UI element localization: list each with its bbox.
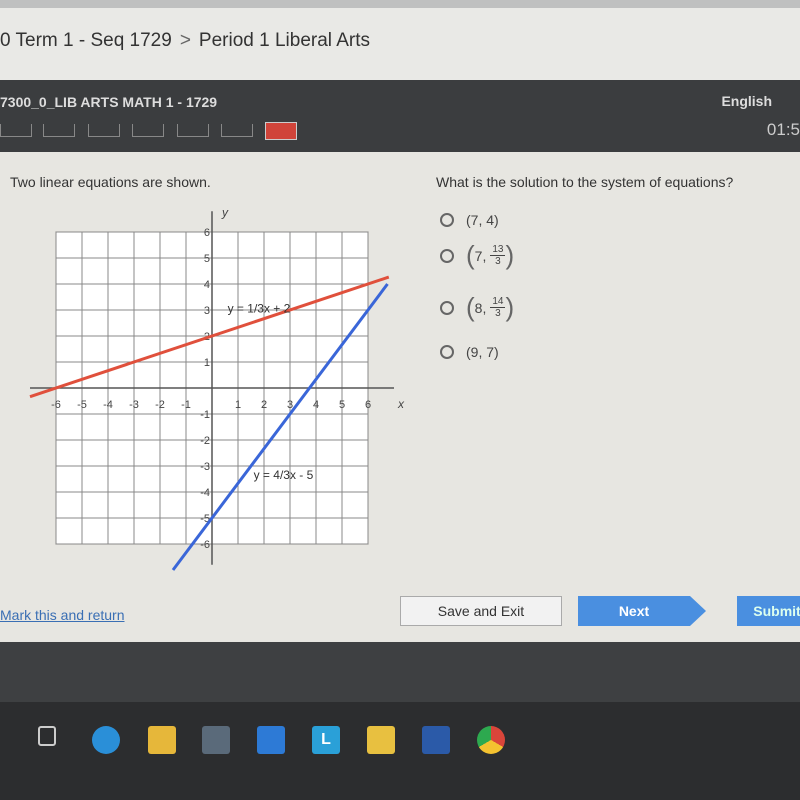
coordinate-graph: -6-5-4-3-2-1123456654321-1-2-3-4-5-6xyy … xyxy=(29,205,405,571)
question-nav-5[interactable] xyxy=(177,124,209,137)
mark-and-return-link[interactable]: Mark this and return xyxy=(0,607,125,623)
fraction: 13 3 xyxy=(490,244,506,267)
breadcrumb: 0 Term 1 - Seq 1729 > Period 1 Liberal Art… xyxy=(0,30,370,52)
y-tick-label: 1 xyxy=(204,357,210,369)
bracket: ) xyxy=(505,240,515,270)
fraction: 14 3 xyxy=(490,296,506,319)
app-icon[interactable] xyxy=(367,726,395,754)
breadcrumb-separator: > xyxy=(179,30,191,51)
x-tick-label: -6 xyxy=(51,399,61,411)
denominator: 3 xyxy=(495,308,501,319)
answer-option-2[interactable]: (7, 13 3) xyxy=(440,240,514,271)
x-tick-label: -4 xyxy=(103,399,113,411)
denominator: 3 xyxy=(495,256,501,267)
x-tick-label: -5 xyxy=(77,399,87,411)
timer: 01:5 xyxy=(766,120,800,139)
option-label: (9, 7) xyxy=(466,344,499,360)
x-tick-label: -2 xyxy=(155,399,165,411)
radio-button[interactable] xyxy=(440,248,454,263)
question-prompt: Two linear equations are shown. xyxy=(10,174,211,190)
x-tick-label: 1 xyxy=(235,399,241,411)
y-tick-label: -2 xyxy=(200,435,210,447)
launcher-icon[interactable]: L xyxy=(312,726,340,754)
page-bottom xyxy=(0,642,800,702)
taskbar: L xyxy=(0,702,800,800)
x-tick-label: 2 xyxy=(261,399,267,411)
next-button[interactable]: Next xyxy=(578,596,706,626)
y-tick-label: 5 xyxy=(204,253,210,265)
word-icon[interactable] xyxy=(422,726,450,754)
question-nav-current[interactable] xyxy=(265,122,297,140)
y-tick-label: -4 xyxy=(200,487,210,499)
radio-button[interactable] xyxy=(440,345,454,359)
submit-button[interactable]: Submit xyxy=(737,596,800,626)
radio-button[interactable] xyxy=(440,300,454,315)
x-axis-label: x xyxy=(397,397,405,411)
option-label: (7, 4) xyxy=(466,212,499,228)
question-nav-1[interactable] xyxy=(0,124,32,137)
option-whole: 8, xyxy=(474,299,487,316)
x-tick-label: 5 xyxy=(339,399,345,411)
y-tick-label: -6 xyxy=(200,539,210,551)
x-tick-label: -1 xyxy=(181,399,191,411)
browser-top: 0 Term 1 - Seq 1729 > Period 1 Liberal Art… xyxy=(0,0,800,80)
language-label: English xyxy=(721,93,772,109)
breadcrumb-term[interactable]: 0 Term 1 - Seq 1729 xyxy=(0,30,172,51)
edge-icon[interactable] xyxy=(92,726,120,754)
radio-button[interactable] xyxy=(440,213,454,227)
bracket: ( xyxy=(466,292,475,322)
question-nav-2[interactable] xyxy=(43,124,75,137)
chrome-icon[interactable] xyxy=(477,726,505,754)
question-panel: Two linear equations are shown. -6 -5 -4 -3… xyxy=(0,152,800,642)
bracket: ) xyxy=(505,292,515,322)
question-nav-4[interactable] xyxy=(132,124,164,137)
activity-header: 7300_0_LIB ARTS MATH 1 - 1729 English⌄ 0… xyxy=(0,80,800,152)
y-tick-label: -1 xyxy=(200,409,210,421)
save-and-exit-button[interactable]: Save and Exit xyxy=(400,596,562,626)
line-label: y = 4/3x - 5 xyxy=(254,468,314,482)
question-text: What is the solution to the system of eq… xyxy=(436,174,734,190)
numerator: 13 xyxy=(490,244,506,256)
answer-option-4[interactable]: (9, 7) xyxy=(440,344,499,360)
question-nav-3[interactable] xyxy=(88,124,120,137)
mail-icon[interactable] xyxy=(257,726,285,754)
answer-option-1[interactable]: (7, 4) xyxy=(440,212,499,228)
bracket: ( xyxy=(466,240,475,270)
task-view-icon[interactable] xyxy=(38,726,56,746)
numerator: 14 xyxy=(490,296,506,308)
x-tick-label: 6 xyxy=(365,399,371,411)
question-nav-6[interactable] xyxy=(221,124,253,137)
y-tick-label: 3 xyxy=(204,305,210,317)
line-label: y = 1/3x + 2 xyxy=(228,302,291,316)
y-tick-label: 4 xyxy=(204,279,210,291)
breadcrumb-period[interactable]: Period 1 Liberal Arts xyxy=(199,30,370,51)
y-axis-label: y xyxy=(221,205,229,219)
course-title: 7300_0_LIB ARTS MATH 1 - 1729 xyxy=(0,94,218,110)
x-tick-label: 4 xyxy=(313,399,319,411)
y-tick-label: 6 xyxy=(204,227,210,239)
file-explorer-icon[interactable] xyxy=(148,726,176,754)
y-tick-label: -3 xyxy=(200,461,210,473)
x-tick-label: -3 xyxy=(129,399,139,411)
store-icon[interactable] xyxy=(202,726,230,754)
language-select[interactable]: English⌄ xyxy=(721,93,800,109)
answer-option-3[interactable]: (8, 14 3) xyxy=(440,292,514,323)
option-whole: 7, xyxy=(474,247,487,264)
